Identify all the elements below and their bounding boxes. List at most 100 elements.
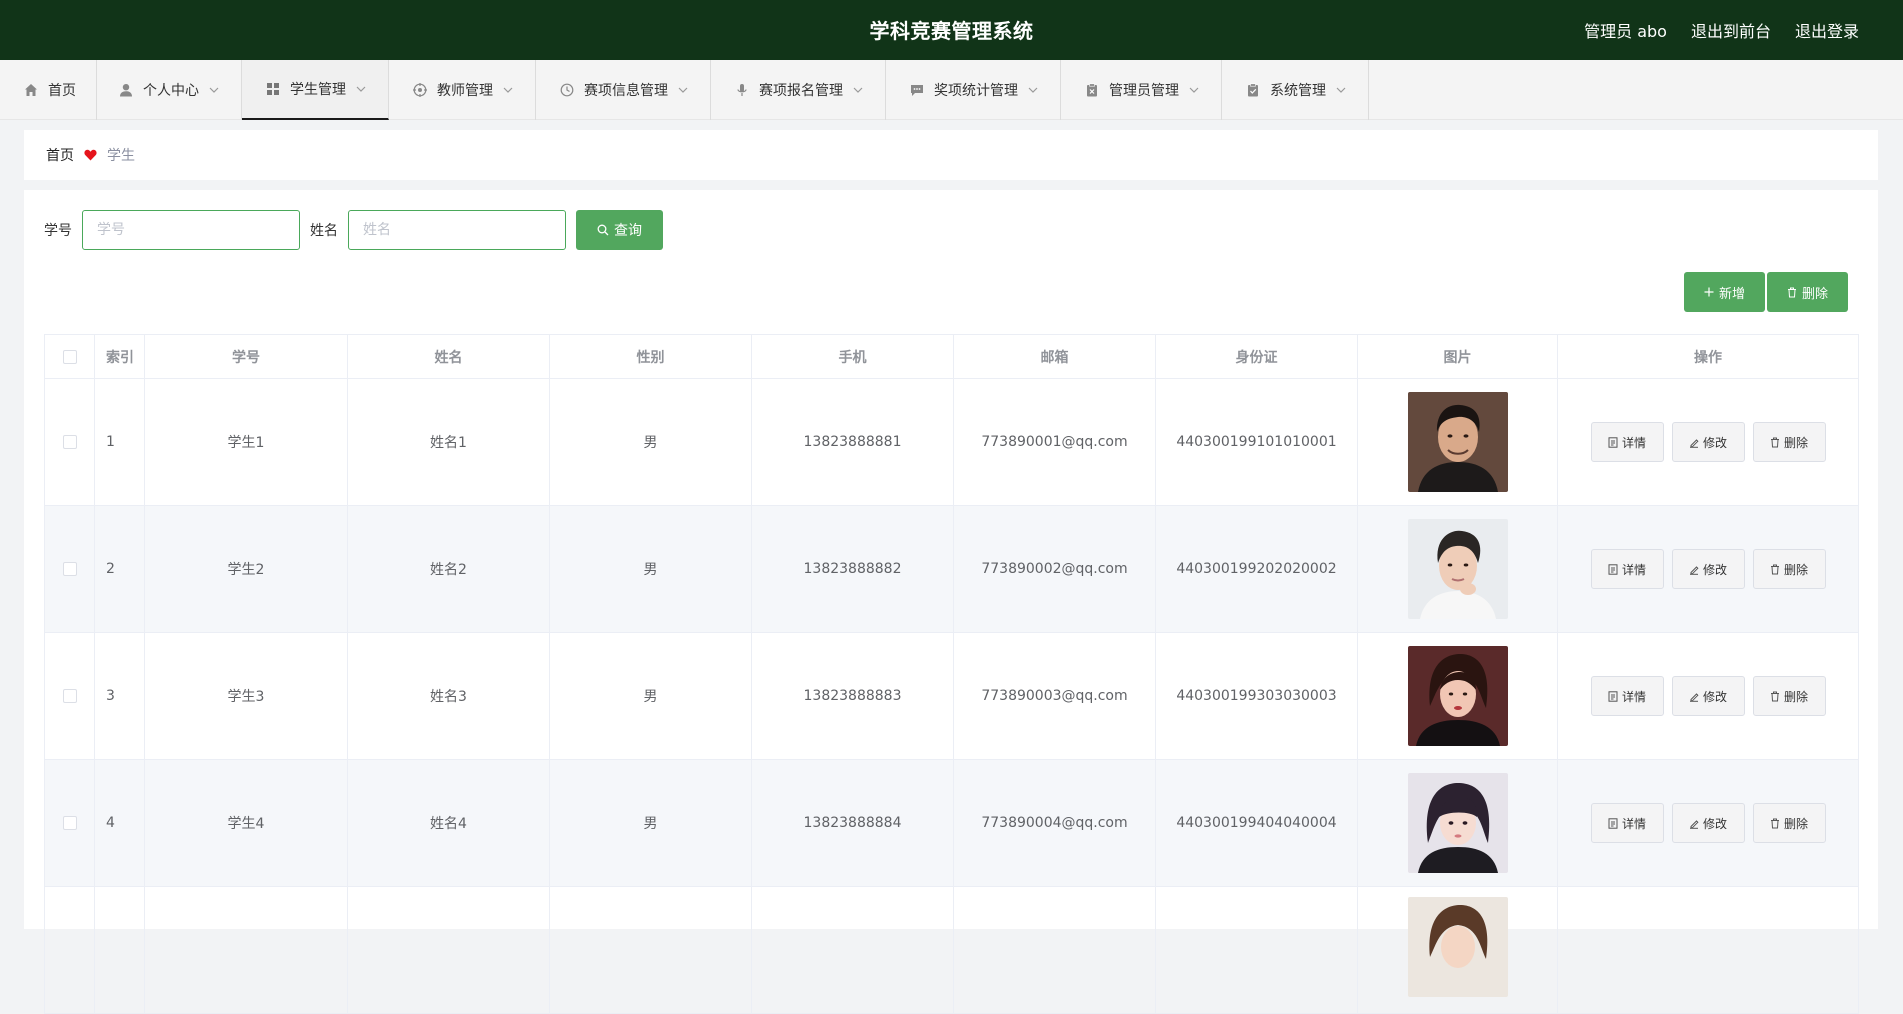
chevron-down-icon (1028, 87, 1038, 93)
student-no-input[interactable] (82, 210, 300, 250)
chevron-down-icon (209, 87, 219, 93)
row-phone: 13823888883 (752, 633, 954, 759)
row-student-no: 学生1 (145, 379, 348, 505)
delete-button[interactable]: 删除 (1752, 422, 1826, 462)
row-phone: 13823888881 (752, 379, 954, 505)
main-panel: 学号 姓名 查询 新增 删除 索引 学号 姓名 性别 手机 邮箱 身份证 图 (24, 190, 1878, 1014)
add-button[interactable]: 新增 (1684, 272, 1765, 312)
delete-button[interactable]: 删除 (1752, 549, 1826, 589)
document-icon (1608, 690, 1618, 702)
row-phone: 13823888882 (752, 506, 954, 632)
student-avatar (1407, 646, 1508, 746)
home-icon (24, 83, 38, 97)
row-checkbox[interactable] (62, 435, 77, 449)
breadcrumb: 首页 学生 (24, 130, 1878, 180)
row-operations (1558, 887, 1858, 1013)
query-button[interactable]: 查询 (576, 210, 663, 250)
edit-button[interactable]: 修改 (1671, 803, 1745, 843)
row-email: 773890001@qq.com (954, 379, 1156, 505)
delete-button[interactable]: 删除 (1752, 676, 1826, 716)
edit-label: 修改 (1702, 562, 1727, 577)
student-avatar (1407, 392, 1508, 492)
nav-item-home[interactable]: 首页 (0, 60, 97, 120)
student-avatar (1407, 897, 1508, 997)
detail-button[interactable]: 详情 (1590, 549, 1664, 589)
detail-label: 详情 (1621, 562, 1646, 577)
edit-button[interactable]: 修改 (1671, 422, 1745, 462)
nav-label: 学生管理 (290, 82, 346, 98)
table-row: 2 学生2 姓名2 男 13823888882 773890002@qq.com… (45, 506, 1858, 633)
detail-button[interactable]: 详情 (1590, 676, 1664, 716)
chevron-down-icon (678, 87, 688, 93)
name-input[interactable] (348, 210, 566, 250)
delete-label: 删除 (1783, 562, 1808, 577)
detail-label: 详情 (1621, 689, 1646, 704)
nav-label: 教师管理 (437, 83, 493, 99)
row-sex: 男 (550, 379, 752, 505)
bulk-delete-button[interactable]: 删除 (1767, 272, 1848, 312)
nav-item-admin-management[interactable]: 管理员管理 (1061, 60, 1222, 120)
header-cell: 性别 (550, 335, 752, 378)
row-sex: 男 (550, 506, 752, 632)
delete-label: 删除 (1783, 816, 1808, 831)
row-picture-cell (1358, 633, 1558, 759)
trash-icon (1770, 564, 1780, 575)
nav-item-student-management[interactable]: 学生管理 (242, 60, 389, 120)
header-cell: 身份证 (1156, 335, 1358, 378)
row-name (348, 887, 550, 1013)
row-name: 姓名4 (348, 760, 550, 886)
document-icon (1608, 817, 1618, 829)
select-all-checkbox[interactable] (62, 349, 77, 364)
document-icon (1608, 436, 1618, 448)
row-index: 4 (95, 760, 145, 886)
student-no-label: 学号 (44, 223, 72, 239)
nav-label: 首页 (48, 83, 76, 99)
nav-item-system-management[interactable]: 系统管理 (1222, 60, 1369, 120)
plus-icon (1704, 287, 1714, 297)
row-sex: 男 (550, 760, 752, 886)
header-user-area: 管理员 abo 退出到前台 退出登录 (1584, 0, 1859, 60)
row-index: 1 (95, 379, 145, 505)
row-student-no (145, 887, 348, 1013)
detail-button[interactable]: 详情 (1590, 422, 1664, 462)
chevron-down-icon (1189, 87, 1199, 93)
detail-button[interactable]: 详情 (1590, 803, 1664, 843)
nav-item-registration-management[interactable]: 赛项报名管理 (711, 60, 886, 120)
nav-item-teacher-management[interactable]: 教师管理 (389, 60, 536, 120)
detail-label: 详情 (1621, 435, 1646, 450)
row-operations: 详情 修改 删除 (1558, 760, 1858, 886)
header-cell: 学号 (145, 335, 348, 378)
exit-to-front-link[interactable]: 退出到前台 (1691, 18, 1771, 42)
edit-icon (1689, 818, 1699, 829)
header-cell: 索引 (95, 335, 145, 378)
breadcrumb-home[interactable]: 首页 (46, 145, 74, 165)
row-checkbox[interactable] (62, 816, 77, 830)
delete-button[interactable]: 删除 (1752, 803, 1826, 843)
row-picture-cell (1358, 379, 1558, 505)
row-email: 773890004@qq.com (954, 760, 1156, 886)
nav-item-award-statistics[interactable]: 奖项统计管理 (886, 60, 1061, 120)
edit-icon (1689, 437, 1699, 448)
logout-link[interactable]: 退出登录 (1795, 18, 1859, 42)
trash-icon (1787, 287, 1797, 298)
chat-icon (910, 83, 924, 97)
student-avatar (1407, 519, 1508, 619)
header-cell: 操作 (1694, 349, 1722, 366)
breadcrumb-current: 学生 (107, 148, 135, 164)
edit-button[interactable]: 修改 (1671, 549, 1745, 589)
row-index: 3 (95, 633, 145, 759)
chevron-down-icon (853, 87, 863, 93)
nav-label: 管理员管理 (1109, 83, 1179, 99)
row-checkbox[interactable] (62, 562, 77, 576)
edit-label: 修改 (1702, 816, 1727, 831)
row-operations: 详情 修改 删除 (1558, 633, 1858, 759)
row-name: 姓名2 (348, 506, 550, 632)
edit-button[interactable]: 修改 (1671, 676, 1745, 716)
row-operations: 详情 修改 删除 (1558, 379, 1858, 505)
nav-item-competition-info[interactable]: 赛项信息管理 (536, 60, 711, 120)
row-checkbox[interactable] (62, 689, 77, 703)
delete-label: 删除 (1783, 689, 1808, 704)
nav-item-personal-center[interactable]: 个人中心 (97, 60, 242, 120)
chevron-down-icon (1336, 87, 1346, 93)
row-index (95, 887, 145, 1013)
